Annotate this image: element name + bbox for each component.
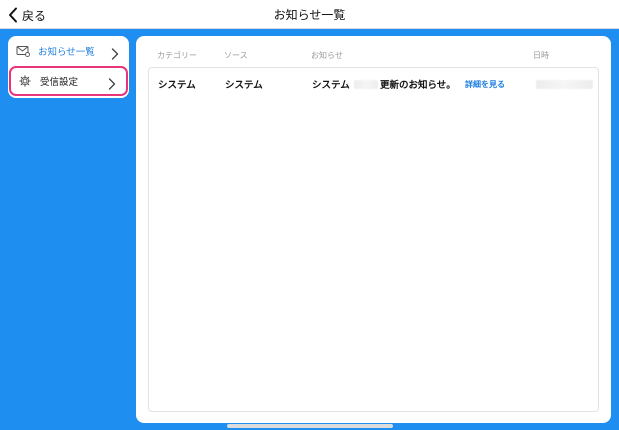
column-header-notice: お知らせ — [311, 51, 343, 60]
chevron-right-icon — [111, 45, 119, 60]
row-notice-prefix: システム — [312, 80, 350, 91]
sidebar: お知らせ一覧 受信設定 — [8, 36, 129, 98]
app-window: 戻る お知らせ一覧 お知らせ一覧 受信設定 カテゴリー ソース お知らせ 日時 … — [0, 0, 619, 430]
notice-list-panel: カテゴリー ソース お知らせ 日時 システム システム システム 更新のお知らせ… — [136, 36, 611, 423]
redacted-datetime — [536, 80, 593, 89]
column-header-source: ソース — [224, 51, 248, 60]
row-notice-text: 更新のお知らせ。 — [380, 80, 456, 91]
home-indicator — [227, 424, 393, 428]
row-source: システム — [225, 80, 263, 91]
row-category: システム — [158, 80, 196, 91]
detail-link[interactable]: 詳細を見る — [465, 79, 505, 90]
chevron-right-icon — [108, 75, 116, 90]
column-header-category: カテゴリー — [157, 51, 197, 60]
table-row[interactable]: システム システム システム 更新のお知らせ。 詳細を見る — [149, 68, 598, 98]
redacted-text — [354, 80, 378, 89]
notice-list: システム システム システム 更新のお知らせ。 詳細を見る — [148, 67, 599, 412]
sidebar-item-receive-settings[interactable]: 受信設定 — [9, 66, 128, 96]
page-title: お知らせ一覧 — [273, 8, 346, 22]
gear-icon — [18, 74, 32, 88]
mail-icon — [16, 44, 30, 58]
header-bar: 戻る お知らせ一覧 — [0, 0, 619, 29]
column-header-datetime: 日時 — [533, 51, 549, 60]
sidebar-item-notices[interactable]: お知らせ一覧 — [8, 37, 129, 65]
